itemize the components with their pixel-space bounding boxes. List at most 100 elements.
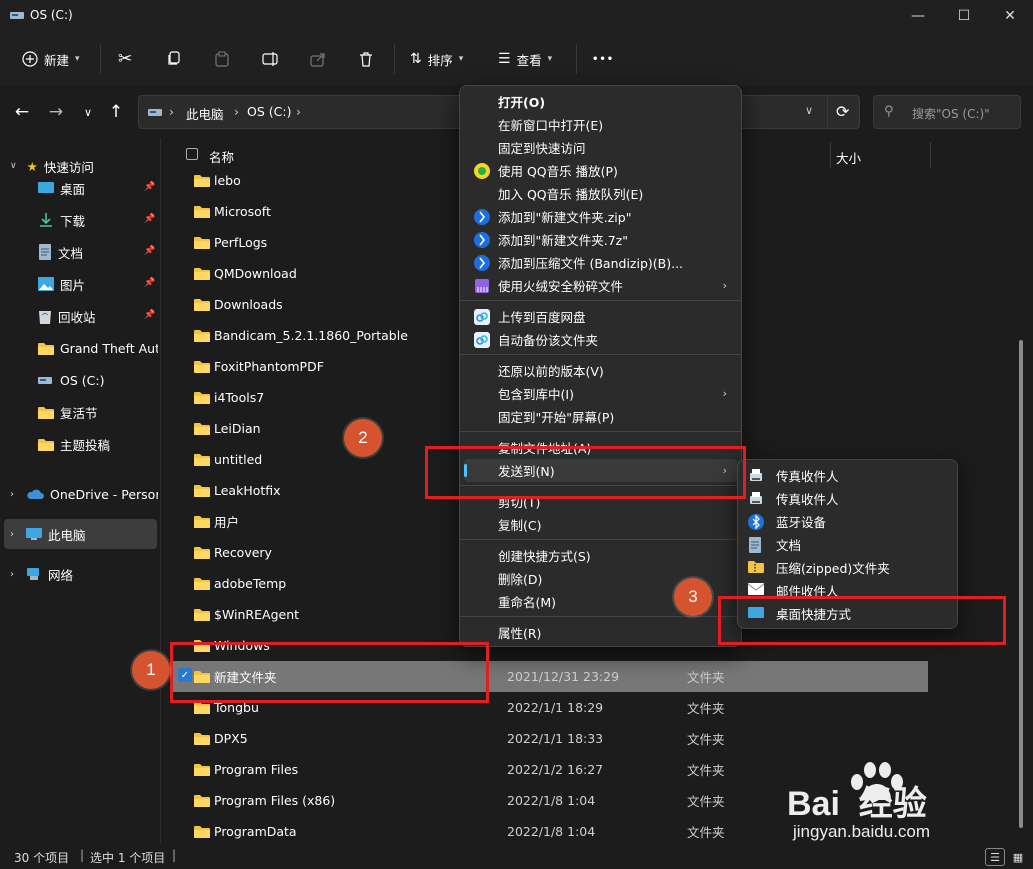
folder-icon — [194, 267, 210, 280]
share-button[interactable] — [302, 43, 334, 75]
back-arrow-icon[interactable]: ← — [12, 102, 32, 122]
more-button[interactable]: ••• — [584, 43, 622, 75]
context-menu-item[interactable]: 使用 QQ音乐 播放(P) — [464, 159, 737, 182]
search-input[interactable]: ⚲ 搜索"OS (C:)" — [873, 95, 1021, 129]
maximize-button[interactable]: ☐ — [941, 0, 987, 32]
breadcrumb-this-pc[interactable]: 此电脑 — [186, 104, 224, 123]
file-name: i4Tools7 — [214, 390, 265, 405]
context-menu-item[interactable]: 添加到"新建文件夹.zip" — [464, 205, 737, 228]
folder-icon — [194, 391, 210, 404]
drive-icon — [38, 374, 54, 386]
pin-icon: 📌 — [144, 278, 156, 288]
context-menu-item[interactable]: 固定到"开始"屏幕(P) — [464, 405, 737, 428]
sendto-menu-item[interactable]: 文档 — [742, 533, 953, 556]
sidebar-label: 此电脑 — [48, 527, 86, 543]
new-button-label: 新建 — [44, 52, 70, 68]
folder-icon — [38, 438, 54, 451]
context-menu-item[interactable]: 打开(O) — [464, 90, 737, 113]
sidebar-item-6[interactable]: OS (C:) — [0, 365, 158, 395]
context-menu-item[interactable]: 添加到"新建文件夹.7z" — [464, 228, 737, 251]
sidebar-item-5[interactable]: Grand Theft Auto — [0, 333, 158, 363]
file-date: 2022/1/1 18:29 — [507, 700, 604, 715]
minimize-button[interactable]: — — [895, 0, 941, 32]
sidebar-item-label: 复活节 — [60, 405, 98, 421]
sendto-menu-item[interactable]: 蓝牙设备 — [742, 510, 953, 533]
copy-button[interactable] — [158, 43, 190, 75]
file-date: 2022/1/1 18:33 — [507, 731, 604, 746]
context-menu-item[interactable]: 在新窗口中打开(E) — [464, 113, 737, 136]
context-menu-item[interactable]: 加入 QQ音乐 播放队列(E) — [464, 182, 737, 205]
table-row[interactable]: DPX5 2022/1/1 18:33 文件夹 — [172, 723, 928, 754]
sidebar-item-label: 桌面 — [60, 181, 86, 197]
sendto-menu-label: 压缩(zipped)文件夹 — [776, 561, 890, 576]
context-menu-item[interactable]: 还原以前的版本(V) — [464, 359, 737, 382]
sidebar-item-0[interactable]: 桌面 📌 — [0, 173, 158, 203]
context-menu-label: 创建快捷方式(S) — [498, 549, 591, 564]
context-menu-item[interactable]: 自动备份该文件夹 — [464, 328, 737, 351]
new-button[interactable]: 新建 ▾ — [14, 43, 88, 75]
sidebar-onedrive[interactable]: › OneDrive - Persor — [0, 479, 158, 509]
cut-button[interactable]: ✂ — [110, 43, 140, 75]
context-menu-item[interactable]: 包含到库中(I) › — [464, 382, 737, 405]
refresh-icon[interactable]: ⟳ — [836, 102, 849, 121]
sidebar-this-pc[interactable]: › 此电脑 — [4, 519, 157, 549]
chevron-right-icon: › — [722, 387, 727, 400]
close-button[interactable]: ✕ — [987, 0, 1033, 32]
context-menu-item[interactable]: 使用火绒安全粉碎文件 › — [464, 274, 737, 297]
sidebar-item-2[interactable]: 文档 📌 — [0, 237, 158, 267]
context-menu-item[interactable]: 固定到快速访问 — [464, 136, 737, 159]
view-button[interactable]: ☰ 查看 ▾ — [490, 43, 560, 75]
column-header-name[interactable]: 名称 — [209, 147, 234, 166]
context-menu: 打开(O) 在新窗口中打开(E) 固定到快速访问 使用 QQ音乐 播放(P) 加入 QQ… — [459, 85, 742, 647]
file-type: 文件夹 — [687, 794, 725, 809]
select-all-checkbox[interactable] — [186, 148, 198, 160]
file-date: 2021/12/31 23:29 — [507, 669, 620, 684]
file-name: ProgramData — [214, 824, 297, 839]
sidebar-item-3[interactable]: 图片 📌 — [0, 269, 158, 299]
chevron-right-icon: › — [10, 568, 14, 580]
context-menu-item[interactable]: 创建快捷方式(S) — [464, 544, 737, 567]
rename-button[interactable] — [254, 43, 288, 75]
file-name: Program Files (x86) — [214, 793, 336, 808]
pin-icon: 📌 — [144, 214, 156, 224]
zip-folder-icon — [748, 560, 764, 576]
cloud-icon — [26, 488, 44, 500]
view-list-icon: ☰ — [498, 51, 511, 67]
sidebar-item-1[interactable]: 下载 📌 — [0, 205, 158, 235]
vertical-scrollbar[interactable] — [1019, 340, 1023, 828]
context-menu-label: 使用火绒安全粉碎文件 — [498, 279, 624, 294]
sidebar-item-8[interactable]: 主题投稿 — [0, 429, 158, 459]
delete-button[interactable] — [350, 43, 382, 75]
monitor-icon — [26, 527, 42, 541]
sidebar-label: 网络 — [48, 567, 74, 583]
sendto-menu-item[interactable]: 传真收件人 — [742, 464, 953, 487]
sendto-menu-item[interactable]: 传真收件人 — [742, 487, 953, 510]
up-arrow-icon[interactable]: ↑ — [106, 102, 126, 122]
file-date: 2022/1/8 1:04 — [507, 793, 596, 808]
sort-button[interactable]: ⇅ 排序 ▾ — [402, 43, 471, 75]
fax-icon — [748, 491, 764, 507]
chevron-right-icon: › — [10, 488, 14, 500]
breadcrumb-drive[interactable]: OS (C:) — [247, 104, 291, 119]
thumbnail-view-icon[interactable]: ▦ — [1008, 848, 1028, 866]
forward-arrow-icon[interactable]: → — [46, 102, 66, 122]
context-menu-label: 固定到"开始"屏幕(P) — [498, 410, 615, 425]
context-menu-item[interactable]: 复制(C) — [464, 513, 737, 536]
details-view-icon[interactable]: ☰ — [985, 848, 1005, 866]
baidu-netdisk-icon — [474, 309, 490, 325]
chevron-right-icon: › — [296, 104, 301, 119]
sidebar-network[interactable]: › 网络 — [0, 559, 158, 589]
context-menu-item[interactable]: 属性(R) — [464, 621, 737, 644]
share-icon — [310, 51, 326, 67]
file-type: 文件夹 — [687, 763, 725, 778]
context-menu-item[interactable]: 上传到百度网盘 — [464, 305, 737, 328]
context-menu-item[interactable]: 添加到压缩文件 (Bandizip)(B)... — [464, 251, 737, 274]
sendto-menu-item[interactable]: 压缩(zipped)文件夹 — [742, 556, 953, 579]
recent-locations-chevron-icon[interactable]: ∨ — [78, 102, 98, 122]
paste-button[interactable] — [206, 43, 238, 75]
sendto-menu-label: 蓝牙设备 — [776, 515, 827, 530]
sidebar-item-7[interactable]: 复活节 — [0, 397, 158, 427]
sidebar-item-4[interactable]: 回收站 📌 — [0, 301, 158, 331]
address-dropdown-icon[interactable]: ∨ — [805, 104, 813, 117]
annotation-badge-2: 2 — [344, 419, 382, 457]
